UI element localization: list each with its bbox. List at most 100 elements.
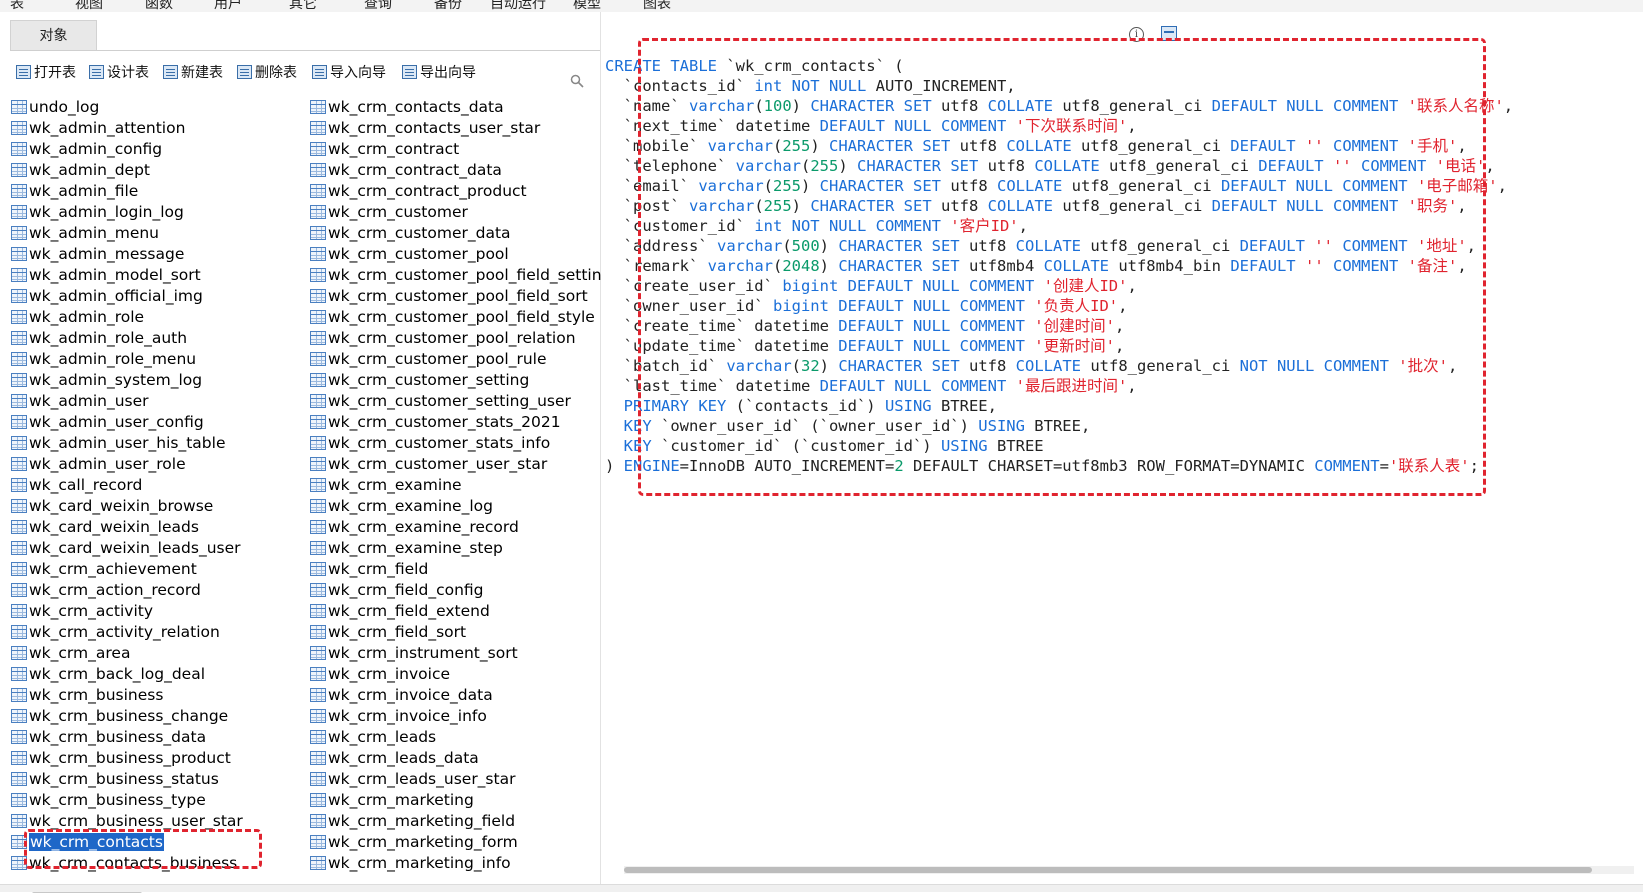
table-list-item[interactable]: wk_crm_customer_data	[310, 222, 611, 243]
export-wizard-button[interactable]: 导出向导	[402, 60, 476, 84]
import-wizard-button[interactable]: 导入向导	[312, 60, 386, 84]
table-list-item[interactable]: wk_admin_system_log	[11, 369, 243, 390]
design-table-button[interactable]: 设计表	[89, 60, 149, 84]
table-list-item[interactable]: wk_admin_dept	[11, 159, 243, 180]
table-list-item[interactable]: wk_crm_customer	[310, 201, 611, 222]
menu-item-users[interactable]: 用户	[214, 0, 242, 12]
table-list-item[interactable]: wk_crm_examine_log	[310, 495, 611, 516]
table-list-item[interactable]: wk_admin_role_auth	[11, 327, 243, 348]
table-list-item[interactable]: wk_crm_leads_user_star	[310, 768, 611, 789]
table-list-item[interactable]: wk_admin_user_role	[11, 453, 243, 474]
delete-table-button[interactable]: 删除表	[237, 60, 297, 84]
table-list-item[interactable]: wk_crm_customer_setting	[310, 369, 611, 390]
new-table-button[interactable]: 新建表	[163, 60, 223, 84]
table-list-item[interactable]: wk_crm_marketing_field	[310, 810, 611, 831]
table-list-item[interactable]: wk_crm_marketing_info	[310, 852, 611, 873]
table-list-item[interactable]: wk_crm_customer_stats_2021	[310, 411, 611, 432]
table-list-item[interactable]: wk_crm_customer_pool_rule	[310, 348, 611, 369]
table-name: wk_crm_field_config	[328, 580, 484, 599]
ddl-token: ,	[1497, 177, 1507, 195]
table-list-item[interactable]: wk_crm_customer_pool_field_setting	[310, 264, 611, 285]
menu-item-tables[interactable]: 表	[10, 0, 24, 12]
open-table-button[interactable]: 打开表	[16, 60, 76, 84]
table-list-item[interactable]: wk_crm_business_product	[11, 747, 243, 768]
tab-objects[interactable]: 对象	[10, 20, 97, 51]
ddl-horizontal-scroll-thumb[interactable]	[624, 867, 1592, 873]
table-list-item[interactable]: wk_crm_business	[11, 684, 243, 705]
table-list-item[interactable]: wk_admin_config	[11, 138, 243, 159]
table-list-item[interactable]: wk_crm_field_sort	[310, 621, 611, 642]
table-list-item[interactable]: wk_crm_business_data	[11, 726, 243, 747]
table-list-item[interactable]: undo_log	[11, 96, 243, 117]
table-icon	[11, 372, 27, 387]
table-list-item[interactable]: wk_crm_invoice_data	[310, 684, 611, 705]
table-list-item[interactable]: wk_crm_field	[310, 558, 611, 579]
table-list-item[interactable]: wk_crm_achievement	[11, 558, 243, 579]
table-list-item[interactable]: wk_crm_leads_data	[310, 747, 611, 768]
table-list-item[interactable]: wk_crm_area	[11, 642, 243, 663]
table-list-item[interactable]: wk_crm_customer_user_star	[310, 453, 611, 474]
table-list-item[interactable]: wk_admin_user	[11, 390, 243, 411]
table-list-item[interactable]: wk_crm_customer_pool_relation	[310, 327, 611, 348]
menu-item-functions[interactable]: 函数	[145, 0, 173, 12]
table-list-item[interactable]: wk_crm_action_record	[11, 579, 243, 600]
menu-item-automation[interactable]: 自动运行	[490, 0, 546, 12]
table-icon	[310, 498, 326, 513]
table-list-item[interactable]: wk_card_weixin_browse	[11, 495, 243, 516]
table-list-item[interactable]: wk_crm_examine_record	[310, 516, 611, 537]
table-list-item[interactable]: wk_crm_customer_pool_field_style	[310, 306, 611, 327]
menu-item-model[interactable]: 模型	[573, 0, 601, 12]
table-list-item[interactable]: wk_admin_message	[11, 243, 243, 264]
table-name: wk_crm_customer_user_star	[328, 454, 548, 473]
table-list-item[interactable]: wk_call_record	[11, 474, 243, 495]
table-list-item[interactable]: wk_crm_contacts_data	[310, 96, 611, 117]
table-list-item[interactable]: wk_card_weixin_leads_user	[11, 537, 243, 558]
table-name: wk_crm_business_change	[29, 706, 229, 725]
table-icon	[11, 204, 27, 219]
table-list-item[interactable]: wk_crm_business_status	[11, 768, 243, 789]
table-list-item[interactable]: wk_admin_role_menu	[11, 348, 243, 369]
table-list-item[interactable]: wk_crm_contacts_user_star	[310, 117, 611, 138]
table-list-item[interactable]: wk_crm_instrument_sort	[310, 642, 611, 663]
table-list-item[interactable]: wk_crm_invoice_info	[310, 705, 611, 726]
table-list-item[interactable]: wk_crm_examine_step	[310, 537, 611, 558]
table-list-item[interactable]: wk_crm_business_change	[11, 705, 243, 726]
table-list-item[interactable]: wk_admin_user_config	[11, 411, 243, 432]
table-list-item[interactable]: wk_admin_attention	[11, 117, 243, 138]
table-list-item[interactable]: wk_crm_back_log_deal	[11, 663, 243, 684]
table-list-item[interactable]: wk_crm_examine	[310, 474, 611, 495]
menu-item-backup[interactable]: 备份	[434, 0, 462, 12]
table-list-item[interactable]: wk_admin_file	[11, 180, 243, 201]
table-list-item[interactable]: wk_crm_contract	[310, 138, 611, 159]
table-list-item[interactable]: wk_crm_customer_pool	[310, 243, 611, 264]
table-list-item[interactable]: wk_crm_invoice	[310, 663, 611, 684]
table-list-item[interactable]: wk_crm_business_type	[11, 789, 243, 810]
table-list-item[interactable]: wk_admin_user_his_table	[11, 432, 243, 453]
table-list-item[interactable]: wk_admin_role	[11, 306, 243, 327]
table-list-item[interactable]: wk_crm_business_user_star	[11, 810, 243, 831]
table-list-item[interactable]: wk_card_weixin_leads	[11, 516, 243, 537]
table-list-item[interactable]: wk_crm_marketing_form	[310, 831, 611, 852]
menu-item-others[interactable]: 其它	[289, 0, 317, 12]
table-name: wk_crm_leads_user_star	[328, 769, 516, 788]
menu-item-query[interactable]: 查询	[364, 0, 392, 12]
menu-item-charts[interactable]: 图表	[643, 0, 671, 12]
table-list-item[interactable]: wk_admin_menu	[11, 222, 243, 243]
table-name: wk_crm_examine_record	[328, 517, 519, 536]
table-list-item[interactable]: wk_crm_leads	[310, 726, 611, 747]
table-list-item[interactable]: wk_admin_official_img	[11, 285, 243, 306]
table-list-item[interactable]: wk_crm_activity	[11, 600, 243, 621]
table-list-item[interactable]: wk_crm_field_config	[310, 579, 611, 600]
table-list-item[interactable]: wk_crm_contract_data	[310, 159, 611, 180]
table-list-item[interactable]: wk_crm_customer_setting_user	[310, 390, 611, 411]
search-icon[interactable]	[570, 74, 584, 88]
table-list-item[interactable]: wk_admin_login_log	[11, 201, 243, 222]
table-list-item[interactable]: wk_crm_customer_pool_field_sort	[310, 285, 611, 306]
table-list-item[interactable]: wk_admin_model_sort	[11, 264, 243, 285]
table-list-item[interactable]: wk_crm_marketing	[310, 789, 611, 810]
table-list-item[interactable]: wk_crm_customer_stats_info	[310, 432, 611, 453]
table-list-item[interactable]: wk_crm_contract_product	[310, 180, 611, 201]
table-list-item[interactable]: wk_crm_activity_relation	[11, 621, 243, 642]
menu-item-views[interactable]: 视图	[75, 0, 103, 12]
table-list-item[interactable]: wk_crm_field_extend	[310, 600, 611, 621]
